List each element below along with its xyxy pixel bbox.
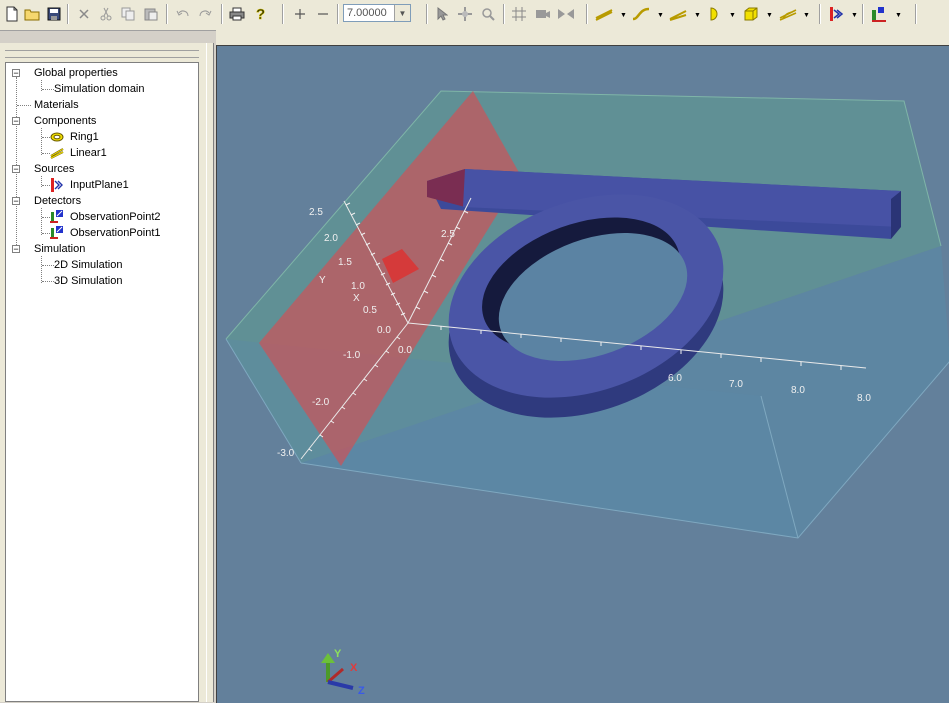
linear-waveguide-icon[interactable] [594, 4, 614, 24]
y-tick-label: 0.0 [377, 325, 391, 336]
ring-icon [50, 130, 64, 144]
camera-icon[interactable] [533, 4, 553, 24]
z-tick-label: 2.5 [441, 229, 455, 240]
tree-item-2d-simulation[interactable]: 2D Simulation [54, 257, 122, 273]
zoom-value: 7.00000 [347, 7, 387, 19]
zoom-magnifier-icon[interactable] [478, 4, 498, 24]
gizmo-y-label: Y [334, 648, 342, 660]
zoom-in-plus-icon[interactable] [290, 4, 310, 24]
collapse-toggle-components[interactable]: − [12, 117, 20, 126]
linear-waveguide-icon [50, 146, 64, 160]
save-icon[interactable] [44, 4, 64, 24]
collapse-toggle-global[interactable]: − [12, 69, 20, 78]
undo-icon[interactable] [173, 4, 193, 24]
scissors-icon[interactable] [96, 4, 116, 24]
panel-gripper[interactable] [5, 50, 199, 58]
taper-icon[interactable] [668, 4, 688, 24]
y-tick-label: 2.5 [309, 207, 323, 218]
bowtie-icon[interactable] [556, 4, 576, 24]
tree-item-components[interactable]: Components [34, 113, 96, 129]
viewport-header [216, 30, 949, 45]
paste-icon[interactable] [141, 4, 161, 24]
collapse-toggle-detectors[interactable]: − [12, 197, 20, 206]
gizmo-x-label: X [350, 662, 358, 674]
cut-x-icon[interactable] [74, 4, 94, 24]
scene-canvas: 2.5 2.0 1.5 1.0 0.5 0.0 -1.0 -2.0 -3.0 Y… [225, 90, 949, 697]
input-plane-icon [50, 178, 64, 192]
s-bend-icon[interactable] [631, 4, 651, 24]
chevron-down-icon[interactable]: ▼ [394, 5, 410, 21]
tree-item-observationpoint1[interactable]: ObservationPoint1 [70, 225, 161, 241]
select-arrow-icon[interactable] [432, 4, 452, 24]
y-tick-label: 1.0 [351, 281, 365, 292]
input-plane-icon[interactable] [826, 4, 846, 24]
tree-item-observationpoint2[interactable]: ObservationPoint2 [70, 209, 161, 225]
detector-icon[interactable] [869, 4, 889, 24]
main-toolbar: ? 7.00000 ▼ ▼ ▼ ▼ ▼ ▼ ▼ ▼ ▼ [0, 0, 949, 31]
project-tree: − Global properties Simulation domain Ma… [5, 62, 199, 702]
y-tick-label: 1.5 [338, 257, 352, 268]
tree-item-simulation-domain[interactable]: Simulation domain [54, 81, 145, 97]
redo-icon[interactable] [195, 4, 215, 24]
tree-item-3d-simulation[interactable]: 3D Simulation [54, 273, 122, 289]
coupler-icon[interactable] [778, 4, 798, 24]
pan-icon[interactable] [455, 4, 475, 24]
3d-viewport[interactable]: 2.5 2.0 1.5 1.0 0.5 0.0 -1.0 -2.0 -3.0 Y… [216, 45, 949, 703]
x-tick-label: 7.0 [729, 379, 743, 390]
x-tick-label: 8.0 [791, 385, 805, 396]
half-circle-icon[interactable] [705, 4, 725, 24]
gizmo-z-label: Z [358, 685, 365, 697]
tree-item-sources[interactable]: Sources [34, 161, 74, 177]
open-folder-icon[interactable] [22, 4, 42, 24]
axes-orientation-gizmo: Y X Z [321, 648, 365, 697]
tree-item-ring1[interactable]: Ring1 [70, 129, 99, 145]
tree-item-global-properties[interactable]: Global properties [34, 65, 118, 81]
collapse-toggle-sources[interactable]: − [12, 165, 20, 174]
y-tick-label: -3.0 [277, 448, 295, 459]
tree-item-inputplane1[interactable]: InputPlane1 [70, 177, 129, 193]
x-axis-label: X [353, 293, 360, 304]
y-tick-label: 2.0 [324, 233, 338, 244]
x-tick-label: 0.0 [398, 345, 412, 356]
y-tick-label: -1.0 [343, 350, 361, 361]
x-tick-label: 6.0 [668, 373, 682, 384]
tree-item-linear1[interactable]: Linear1 [70, 145, 107, 161]
tree-item-simulation[interactable]: Simulation [34, 241, 85, 257]
zoom-combo[interactable]: 7.00000 ▼ [343, 4, 411, 22]
y-tick-label: 0.5 [363, 305, 377, 316]
x-tick-label: 8.0 [857, 393, 871, 404]
y-axis-label: Y [319, 275, 326, 286]
zoom-out-minus-icon[interactable] [313, 4, 333, 24]
collapse-toggle-simulation[interactable]: − [12, 245, 20, 254]
copy-icon[interactable] [118, 4, 138, 24]
new-file-icon[interactable] [2, 4, 22, 24]
grid-icon[interactable] [509, 4, 529, 24]
help-icon[interactable]: ? [251, 4, 271, 24]
observation-point-icon [50, 209, 64, 223]
svg-text:?: ? [256, 6, 265, 22]
print-icon[interactable] [227, 4, 247, 24]
panel-splitter[interactable] [206, 43, 214, 702]
tree-item-detectors[interactable]: Detectors [34, 193, 81, 209]
observation-point-icon [50, 225, 64, 239]
y-tick-label: -2.0 [312, 397, 330, 408]
cube-icon[interactable] [741, 4, 761, 24]
tree-item-materials[interactable]: Materials [34, 97, 79, 113]
